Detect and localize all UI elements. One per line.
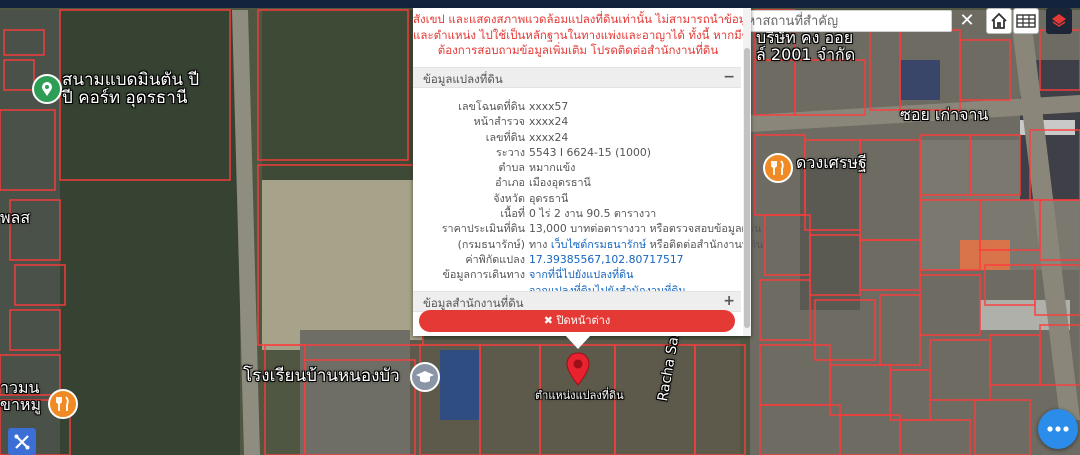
info-row-survey-page: หน้าสำรวจ xxxx24 — [473, 115, 569, 129]
more-options-button[interactable] — [1038, 409, 1078, 449]
treasury-website-link[interactable]: เว็บไซต์กรมธนารักษ์ — [551, 238, 646, 251]
map-label-badminton: สนามแบดมินตัน ปี ปี คอร์ท อุดรธานี — [62, 70, 200, 108]
info-row-area: เนื้อที่ 0 ไร่ 2 งาน 90.5 ตารางวา — [500, 207, 657, 221]
top-bar — [0, 0, 1080, 8]
layers-icon — [1052, 14, 1066, 27]
coordinates-link[interactable]: 17.39385567,102.80717517 — [529, 253, 684, 266]
popup-scrollbar[interactable] — [743, 8, 751, 336]
scrollbar-thumb[interactable] — [744, 48, 750, 328]
home-button[interactable] — [986, 8, 1012, 34]
office-section-title: ข้อมูลสำนักงานที่ดิน — [423, 296, 524, 310]
info-row-sheet: ระวาง 5543 I 6624-15 (1000) — [496, 145, 651, 159]
clear-search-button[interactable]: ✕ — [954, 9, 980, 33]
parcel-section-title: ข้อมูลแปลงที่ดิน — [423, 72, 503, 86]
graduation-cap-icon[interactable] — [410, 362, 440, 392]
parcel-info-popup: สังเขป และแสดงสภาพแวดล้อมแปลงที่ดินเท่าน… — [413, 8, 764, 336]
map-label-restaurant: ดวงเศรษฐี — [796, 153, 867, 172]
layers-button[interactable] — [1046, 8, 1072, 34]
grid-icon — [1016, 14, 1036, 28]
info-row-treasury: (กรมธนารักษ์) ทาง เว็บไซต์กรมธนารักษ์ หร… — [457, 237, 764, 251]
fork-knife-icon[interactable] — [763, 153, 793, 183]
info-row-directions: ข้อมูลการเดินทาง จากที่นี่ไปยังแปลงที่ดิ… — [442, 268, 634, 282]
disclaimer-text: สังเขป และแสดงสภาพแวดล้อมแปลงที่ดินเท่าน… — [413, 12, 743, 57]
wrench-icon — [14, 434, 30, 449]
map-pin-icon[interactable] — [32, 74, 62, 104]
search-input[interactable] — [720, 10, 952, 32]
map-label-road: ซอย เก่าจาน — [900, 105, 989, 124]
collapse-icon[interactable]: − — [723, 69, 735, 85]
close-popup-button[interactable]: ✖ ปิดหน้าต่าง — [419, 310, 735, 332]
location-pin-icon[interactable] — [566, 352, 590, 390]
popup-pointer — [565, 335, 591, 349]
map-label-parcel-location: ตำแหน่งแปลงที่ดิน — [535, 389, 624, 402]
info-row-coordinates: ค่าพิกัดแปลง 17.39385567,102.80717517 — [465, 252, 684, 266]
directions-to-parcel-link[interactable]: จากที่นี่ไปยังแปลงที่ดิน — [529, 268, 634, 281]
info-row-subdistrict: ตำบล หมากแข้ง — [498, 161, 576, 175]
map-label-left-partial: พลส — [0, 208, 31, 227]
parcel-info-table: เลขโฉนดที่ดิน xxxx57 หน้าสำรวจ xxxx24 เล… — [413, 99, 764, 298]
home-icon — [991, 12, 1007, 29]
map-label-company: บริษัท คง ออย ล์ 2001 จำกัด — [756, 28, 856, 64]
tools-button[interactable] — [8, 428, 36, 455]
map-label-bottom-left-partial: าวมน ขาหมู — [0, 378, 42, 414]
info-row-deed: เลขโฉนดที่ดิน xxxx57 — [458, 100, 569, 113]
grid-button[interactable] — [1013, 8, 1039, 34]
parcel-section-header[interactable]: ข้อมูลแปลงที่ดิน − — [413, 67, 741, 88]
fork-knife-icon[interactable] — [48, 389, 78, 419]
map-label-school: โรงเรียนบ้านหนองบัว — [243, 366, 400, 386]
info-row-district: อำเภอ เมืองอุดรธานี — [495, 176, 591, 190]
office-section-header[interactable]: ข้อมูลสำนักงานที่ดิน + — [413, 291, 741, 312]
info-row-land-number: เลขที่ดิน xxxx24 — [485, 130, 569, 144]
info-row-province: จังหวัด อุดรธานี — [493, 191, 569, 205]
more-dots-icon — [1047, 426, 1069, 432]
info-row-appraisal: ราคาประเมินที่ดิน 13,000 บาทต่อตารางวา ห… — [441, 222, 762, 236]
expand-icon[interactable]: + — [723, 293, 735, 309]
